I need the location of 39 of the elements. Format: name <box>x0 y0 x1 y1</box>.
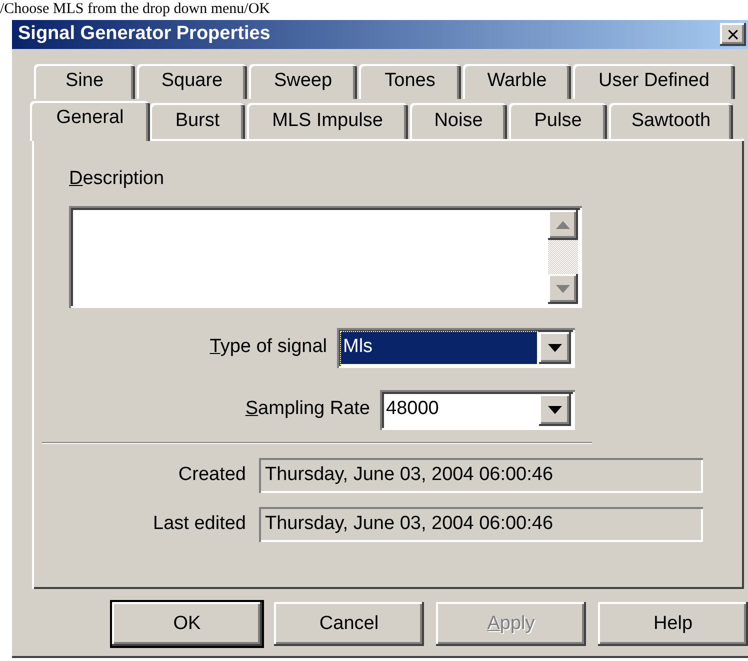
close-button[interactable]: × <box>720 23 746 46</box>
dialog-button[interactable]: Cancel <box>274 602 424 646</box>
field-label: Type of signal <box>210 335 327 360</box>
scroll-up-button[interactable] <box>548 210 578 240</box>
description-field[interactable] <box>69 206 582 308</box>
dialog-button[interactable]: OK <box>112 602 262 646</box>
tab[interactable]: Pulse <box>509 103 607 139</box>
tab[interactable]: Sweep <box>249 64 357 99</box>
tab[interactable]: Square <box>137 64 247 99</box>
dropdown-value: Mls <box>341 332 537 364</box>
caret-icon <box>548 406 562 414</box>
read-only-field: Thursday, June 03, 2004 06:00:46 <box>259 458 703 492</box>
tab[interactable]: MLS Impulse <box>247 103 408 139</box>
tab[interactable]: User Defined <box>573 64 735 99</box>
field-label: Sampling Rate <box>245 397 370 422</box>
field-label: Last edited <box>152 512 247 536</box>
caption: /Choose MLS from the drop down menu/OK <box>0 0 271 18</box>
tab[interactable]: Tones <box>359 64 461 99</box>
dropdown-arrow-button[interactable] <box>539 394 571 426</box>
tab[interactable]: Sine <box>34 64 135 99</box>
caret-icon <box>548 344 562 352</box>
up-arrow-icon <box>556 220 570 228</box>
down-arrow-icon <box>556 284 570 292</box>
dropdown-arrow-button[interactable] <box>539 332 571 364</box>
tab[interactable]: Warble <box>463 64 571 99</box>
read-only-field: Thursday, June 03, 2004 06:00:46 <box>259 506 703 542</box>
dropdown[interactable]: 48000 <box>380 390 575 430</box>
dialog-button[interactable]: Help <box>598 602 748 646</box>
field-label: Description <box>69 167 164 191</box>
window-title: Signal Generator Properties <box>18 22 270 46</box>
tab[interactable]: Noise <box>410 103 507 139</box>
scrollbar[interactable] <box>548 210 578 304</box>
tab[interactable]: Sawtooth <box>609 103 733 139</box>
field-label: Created <box>177 462 247 487</box>
tab[interactable]: Burst <box>150 103 245 139</box>
scroll-down-button[interactable] <box>548 274 578 304</box>
tab[interactable]: General <box>30 101 150 141</box>
dropdown[interactable]: Mls <box>337 328 575 368</box>
dropdown-value: 48000 <box>385 397 440 422</box>
